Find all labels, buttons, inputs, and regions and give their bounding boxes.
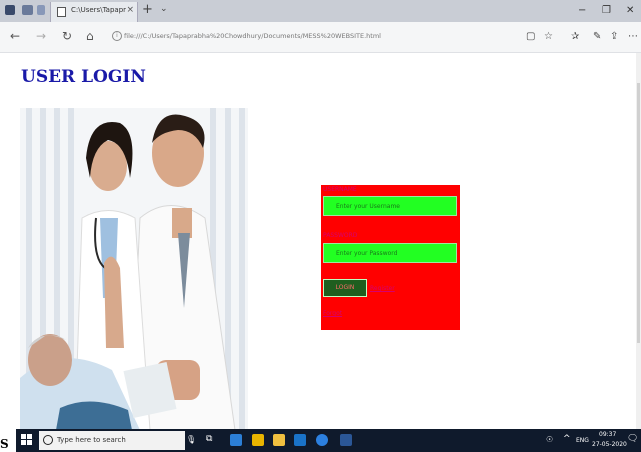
taskbar-search[interactable]: Type here to search — [39, 431, 185, 450]
tab-title: C:\Users\Tapaprabha Ch — [71, 6, 126, 14]
close-window-button[interactable]: ✕ — [626, 5, 634, 16]
back-icon[interactable]: ← — [10, 29, 20, 43]
page-icon — [57, 7, 66, 17]
url-text: file:///C:/Users/Tapaprabha%20Chowdhury/… — [124, 32, 381, 40]
browser-nav-bar: ← → ↻ ⌂ i file:///C:/Users/Tapaprabha%20… — [0, 22, 641, 53]
info-icon[interactable]: i — [112, 31, 122, 41]
password-input[interactable]: Enter your Password — [323, 243, 457, 263]
register-link[interactable]: Register — [370, 285, 395, 292]
language-indicator[interactable]: ENG — [576, 437, 589, 444]
store-icon[interactable] — [252, 434, 264, 446]
new-tab-button[interactable]: + — [142, 2, 153, 17]
address-bar[interactable]: i file:///C:/Users/Tapaprabha%20Chowdhur… — [112, 30, 512, 44]
username-label: USERNAME — [323, 186, 357, 193]
people-icon[interactable]: ☉ — [546, 435, 553, 444]
minimize-button[interactable]: − — [578, 5, 586, 16]
home-icon[interactable]: ⌂ — [86, 29, 94, 43]
refresh-icon[interactable]: ↻ — [62, 29, 72, 43]
login-button[interactable]: LOGIN — [323, 279, 367, 297]
mail-icon[interactable] — [294, 434, 306, 446]
reading-view-icon[interactable]: ▢ — [526, 31, 535, 42]
tab-dropdown-icon[interactable]: ⌄ — [160, 4, 168, 14]
username-input[interactable]: Enter your Username — [323, 196, 457, 216]
edge-icon[interactable] — [230, 434, 242, 446]
password-label: PASSWORD — [323, 232, 358, 239]
browser-tab[interactable]: C:\Users\Tapaprabha Ch × — [50, 2, 138, 22]
taskbar: Type here to search 🎙 ⧉ ☉ ^ ENG 09:37 27… — [16, 429, 641, 452]
tab-overview-icon[interactable] — [37, 5, 45, 15]
search-placeholder: Type here to search — [57, 436, 126, 444]
clipped-text: S — [0, 437, 9, 451]
tab-actions-icon[interactable] — [22, 5, 33, 15]
forward-icon[interactable]: → — [36, 29, 46, 43]
mic-icon[interactable]: 🎙 — [186, 435, 196, 444]
favorites-icon[interactable]: ✰ — [571, 31, 579, 42]
pen-icon[interactable]: ✎ — [593, 31, 601, 42]
browser-app-icon[interactable] — [316, 434, 328, 446]
file-explorer-icon[interactable] — [273, 434, 285, 446]
scroll-thumb[interactable] — [637, 83, 640, 343]
task-view-icon[interactable]: ⧉ — [206, 434, 212, 444]
vertical-scrollbar[interactable] — [636, 53, 641, 429]
forgot-link[interactable]: Forgot — [323, 310, 342, 317]
browser-title-bar: C:\Users\Tapaprabha Ch × + ⌄ − ❐ ✕ — [0, 0, 641, 22]
cortana-icon — [43, 435, 53, 445]
login-form: USERNAME Enter your Username PASSWORD En… — [321, 185, 460, 330]
browser-logo-icon[interactable] — [5, 5, 15, 15]
chevron-up-icon[interactable]: ^ — [563, 434, 571, 444]
notification-icon[interactable]: 🗨 — [627, 434, 638, 444]
more-icon[interactable]: ⋯ — [628, 31, 638, 42]
page-title: USER LOGIN — [21, 67, 146, 87]
tab-close-icon[interactable]: × — [126, 5, 134, 15]
share-icon[interactable]: ⇪ — [610, 31, 618, 42]
doctors-photo — [20, 108, 248, 430]
word-icon[interactable] — [340, 434, 352, 446]
restore-button[interactable]: ❐ — [602, 5, 611, 16]
star-icon[interactable]: ☆ — [544, 31, 553, 42]
clock-time[interactable]: 09:37 — [599, 431, 616, 438]
windows-start-icon[interactable] — [21, 434, 33, 446]
clock-date[interactable]: 27-05-2020 — [592, 441, 627, 448]
